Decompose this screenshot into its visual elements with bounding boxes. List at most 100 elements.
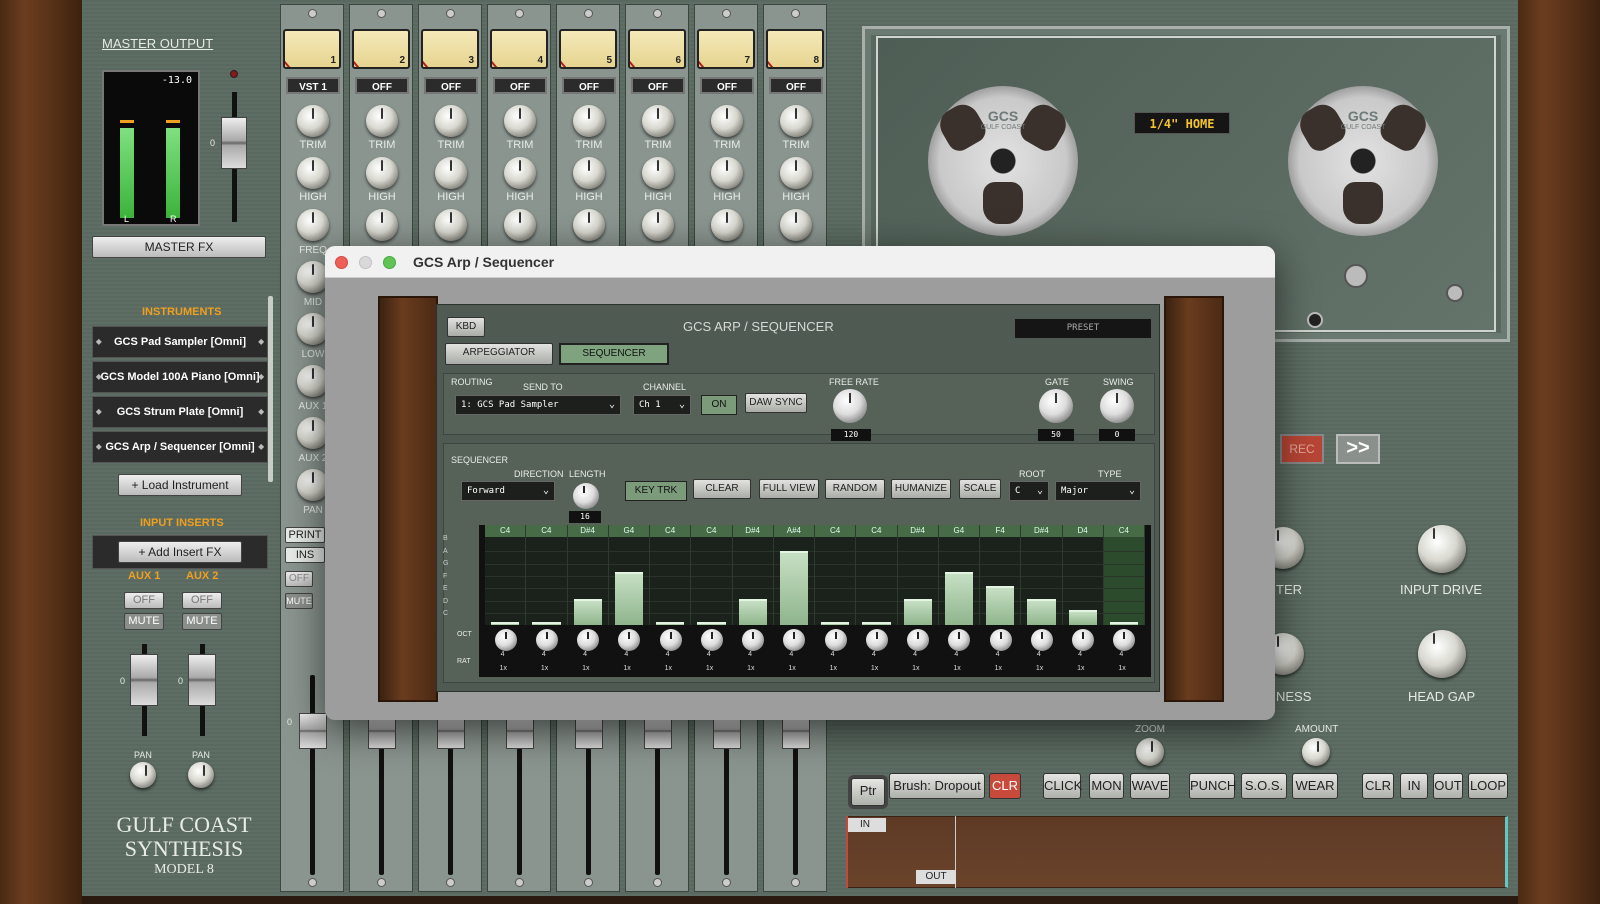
aux-mute-button[interactable]: MUTE (124, 613, 164, 630)
eq-high-knob[interactable] (711, 157, 743, 189)
channel-input-label[interactable]: OFF (631, 77, 685, 94)
aux-fader[interactable] (188, 654, 216, 706)
click-button[interactable]: CLICK (1043, 773, 1082, 799)
tab-sequencer[interactable]: SEQUENCER (559, 343, 669, 365)
length-knob[interactable] (573, 483, 599, 509)
eq-high-knob[interactable] (573, 157, 605, 189)
window-minimize-button[interactable] (359, 256, 372, 269)
eq-freq-knob[interactable] (642, 209, 674, 241)
step-column[interactable]: C4 (815, 525, 857, 625)
eq-freq-knob[interactable] (780, 209, 812, 241)
print-button[interactable]: PRINT (285, 527, 325, 543)
eq-freq-knob[interactable] (711, 209, 743, 241)
eq-trim-knob[interactable] (435, 105, 467, 137)
eq-trim-knob[interactable] (297, 105, 329, 137)
eq-trim-knob[interactable] (711, 105, 743, 137)
step-octave-knob[interactable] (1030, 629, 1053, 651)
step-bar[interactable] (532, 621, 561, 625)
kbd-button[interactable]: KBD (447, 317, 485, 337)
channel-fader[interactable] (299, 713, 327, 749)
wear-button[interactable]: WEAR (1292, 773, 1338, 799)
eq-freq-knob[interactable] (435, 209, 467, 241)
wave-button[interactable]: WAVE (1130, 773, 1170, 799)
brush-clear-button[interactable]: CLR (989, 773, 1021, 799)
aux-fader[interactable] (130, 654, 158, 706)
step-rate-value[interactable]: 1x (665, 665, 672, 672)
step-bar[interactable] (656, 621, 685, 625)
step-octave-knob[interactable] (659, 629, 682, 651)
step-rate-value[interactable]: 1x (995, 665, 1002, 672)
instrument-slot[interactable]: GCS Arp / Sequencer [Omni] (92, 431, 268, 463)
step-octave-knob[interactable] (535, 629, 558, 651)
channel-mute-button[interactable]: MUTE (285, 593, 313, 609)
channel-input-label[interactable]: OFF (355, 77, 409, 94)
step-grid[interactable]: BAGFEDC C4 4 1x C4 4 1x D#4 4 1x G4 4 1x C4 4 1x C4 4 1x D… (443, 525, 1151, 677)
in-marker-button[interactable]: IN (1400, 773, 1428, 799)
root-dropdown[interactable]: C ⌄ (1009, 481, 1049, 501)
step-octave-knob[interactable] (742, 629, 765, 651)
step-column[interactable]: C4 (526, 525, 568, 625)
step-rate-value[interactable]: 1x (623, 665, 630, 672)
step-column[interactable]: C4 (856, 525, 898, 625)
step-column[interactable]: D#4 (1021, 525, 1063, 625)
step-bar[interactable] (903, 599, 932, 625)
eq-high-knob[interactable] (435, 157, 467, 189)
step-column[interactable]: C4 (650, 525, 692, 625)
step-bar[interactable] (1068, 609, 1097, 625)
step-bar[interactable] (614, 571, 643, 625)
aux-pan-knob[interactable] (188, 762, 214, 788)
step-octave-knob[interactable] (1113, 629, 1136, 651)
eq-freq-knob[interactable] (504, 209, 536, 241)
on-toggle[interactable]: ON (701, 395, 737, 415)
clear-button[interactable]: CLEAR (693, 479, 751, 499)
preset-display[interactable]: PRESET (1015, 319, 1151, 338)
step-bar[interactable] (986, 586, 1015, 625)
step-octave-knob[interactable] (700, 629, 723, 651)
eq-freq-knob[interactable] (573, 209, 605, 241)
aux-off-button[interactable]: OFF (182, 592, 222, 609)
step-column[interactable]: A#4 (773, 525, 815, 625)
free-rate-knob[interactable] (833, 389, 867, 423)
step-bar[interactable] (862, 621, 891, 625)
step-rate-value[interactable]: 1x (500, 665, 507, 672)
daw-sync-button[interactable]: DAW SYNC (745, 393, 807, 413)
aux-pan-knob[interactable] (130, 762, 156, 788)
step-column[interactable]: D#4 (732, 525, 774, 625)
step-octave-knob[interactable] (907, 629, 930, 651)
step-rate-value[interactable]: 1x (747, 665, 754, 672)
step-column[interactable]: C4 (691, 525, 733, 625)
eq-high-knob[interactable] (504, 157, 536, 189)
step-bar[interactable] (738, 599, 767, 625)
head-gap-knob[interactable] (1418, 630, 1466, 678)
eq-freq-knob[interactable] (297, 209, 329, 241)
channel-off-button[interactable]: OFF (285, 571, 313, 587)
swing-knob[interactable] (1100, 389, 1134, 423)
step-rate-value[interactable]: 1x (582, 665, 589, 672)
step-column[interactable]: F4 (980, 525, 1022, 625)
step-rate-value[interactable]: 1x (1077, 665, 1084, 672)
step-bar[interactable] (697, 621, 726, 625)
eq-trim-knob[interactable] (642, 105, 674, 137)
channel-input-label[interactable]: OFF (493, 77, 547, 94)
master-fader[interactable] (221, 117, 247, 169)
type-dropdown[interactable]: Major ⌄ (1055, 481, 1141, 501)
eq-high-knob[interactable] (780, 157, 812, 189)
window-close-button[interactable] (335, 256, 348, 269)
eq-trim-knob[interactable] (366, 105, 398, 137)
step-octave-knob[interactable] (865, 629, 888, 651)
sidebar-scrollbar[interactable] (268, 296, 273, 482)
step-octave-knob[interactable] (824, 629, 847, 651)
channel-input-label[interactable]: OFF (562, 77, 616, 94)
punch-button[interactable]: PUNCH (1189, 773, 1236, 799)
step-octave-knob[interactable] (577, 629, 600, 651)
key-track-button[interactable]: KEY TRK (625, 481, 687, 501)
timeline-out-flag[interactable]: OUT (916, 870, 956, 884)
step-octave-knob[interactable] (948, 629, 971, 651)
step-rate-value[interactable]: 1x (871, 665, 878, 672)
instrument-slot[interactable]: GCS Pad Sampler [Omni] (92, 326, 268, 358)
channel-input-label[interactable]: OFF (424, 77, 478, 94)
eq-trim-knob[interactable] (780, 105, 812, 137)
timeline-in-flag[interactable]: IN (848, 818, 886, 832)
step-octave-knob[interactable] (989, 629, 1012, 651)
tab-arpeggiator[interactable]: ARPEGGIATOR (445, 343, 553, 365)
